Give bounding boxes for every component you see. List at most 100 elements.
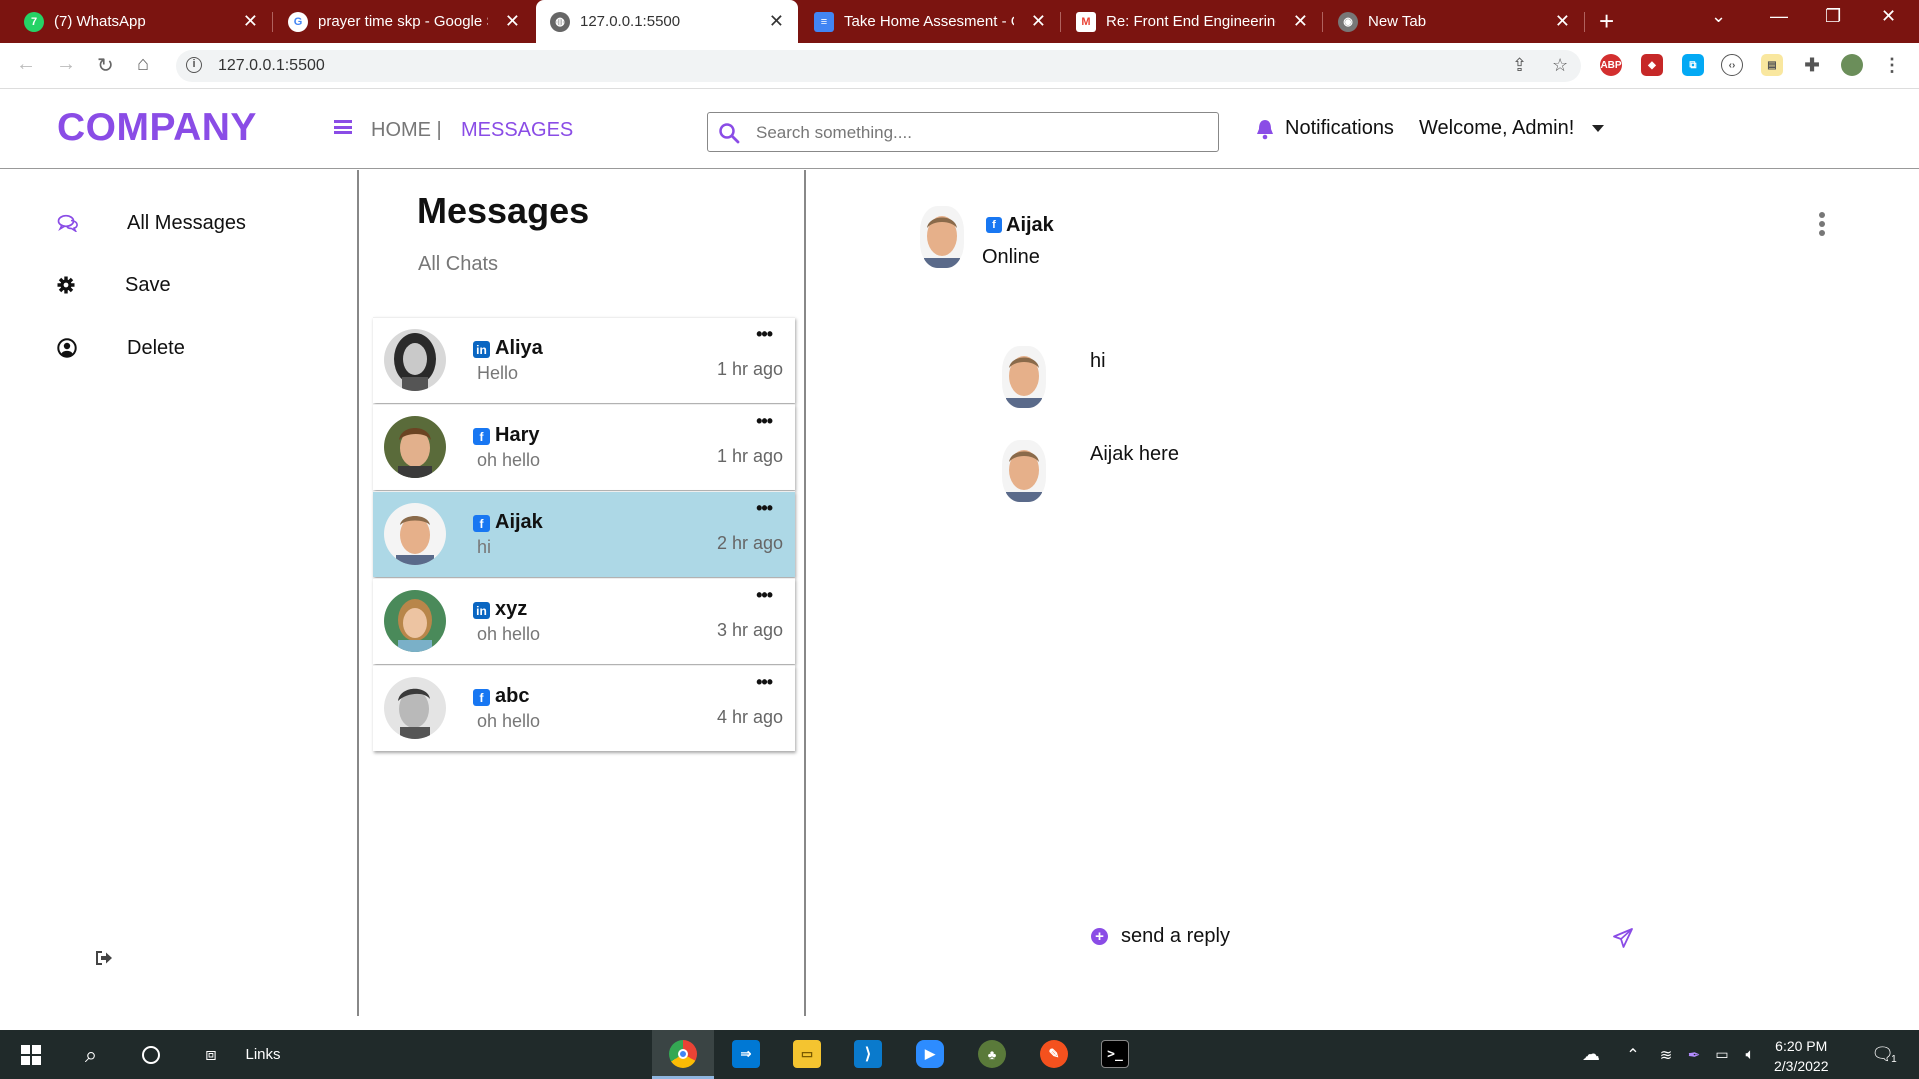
docs-icon: ≡ xyxy=(814,11,834,32)
more-options-icon[interactable]: ••• xyxy=(756,585,773,606)
tab-label: prayer time skp - Google Se xyxy=(318,13,488,30)
clock-date: 2/3/2022 xyxy=(1774,1058,1829,1074)
chat-card-abc[interactable]: f abc oh hello ••• 4 hr ago xyxy=(373,665,795,751)
reply-composer[interactable]: + send a reply xyxy=(1091,925,1230,948)
back-arrow-icon[interactable]: ← xyxy=(16,53,36,76)
notification-center-icon[interactable]: 🗨︎ 1 xyxy=(1866,1030,1902,1079)
more-options-icon[interactable]: ••• xyxy=(756,498,773,519)
browser-tab-newtab[interactable]: ◉ New Tab ✕ xyxy=(1324,0,1584,43)
terminal-taskbar-icon[interactable]: >_ xyxy=(1101,1040,1129,1068)
translate-extension-icon[interactable]: ⧉ xyxy=(1682,54,1704,76)
site-info-icon[interactable]: i xyxy=(186,57,202,73)
contact-avatar[interactable] xyxy=(920,206,964,268)
home-icon[interactable]: ⌂ xyxy=(137,53,149,76)
browser-menu-icon[interactable]: ⋮ xyxy=(1881,54,1903,76)
tab-divider xyxy=(1322,12,1323,32)
task-view-icon[interactable]: ⧈ xyxy=(194,1030,228,1079)
reply-input[interactable]: send a reply xyxy=(1121,925,1230,948)
notifications-button[interactable]: Notifications xyxy=(1255,117,1394,140)
chat-pane: f Aijak Online hi Aijak here + send a re… xyxy=(808,170,1919,1016)
shield-extension-icon[interactable]: ◆ xyxy=(1641,54,1663,76)
add-attachment-icon[interactable]: + xyxy=(1091,928,1108,945)
close-icon[interactable]: ✕ xyxy=(1293,11,1308,31)
sidebar-item-save[interactable]: Save xyxy=(57,274,171,296)
new-tab-button[interactable]: + xyxy=(1599,8,1614,34)
pen-icon[interactable]: ✒ xyxy=(1682,1030,1706,1079)
sidebar-item-delete[interactable]: Delete xyxy=(57,337,185,359)
chat-name: xyz xyxy=(495,598,528,620)
volume-icon[interactable]: 🔈︎ xyxy=(1738,1030,1762,1079)
browser-tab-docs[interactable]: ≡ Take Home Assesment - Go ✕ xyxy=(800,0,1060,43)
tree-app-taskbar-icon[interactable]: ♣ xyxy=(978,1040,1006,1068)
weather-icon[interactable]: ☁ xyxy=(1576,1030,1606,1079)
profile-avatar[interactable] xyxy=(1841,54,1863,76)
user-menu[interactable]: Welcome, Admin! xyxy=(1419,117,1605,140)
chat-card-xyz[interactable]: in xyz oh hello ••• 3 hr ago xyxy=(373,578,795,664)
send-icon[interactable] xyxy=(1612,927,1634,949)
close-icon[interactable]: ✕ xyxy=(1555,11,1570,31)
chat-options-icon[interactable] xyxy=(1819,212,1827,239)
search-input[interactable] xyxy=(756,121,1196,145)
sidebar-item-all-messages[interactable]: All Messages xyxy=(57,212,246,234)
notes-extension-icon[interactable]: ▤ xyxy=(1761,54,1783,76)
wifi-icon[interactable]: ≋ xyxy=(1654,1030,1678,1079)
battery-icon[interactable]: ▭ xyxy=(1710,1030,1734,1079)
forward-arrow-icon[interactable]: → xyxy=(56,53,76,76)
bookmark-star-icon[interactable]: ☆ xyxy=(1552,55,1568,76)
url-field[interactable]: i 127.0.0.1:5500 ⇪ ☆ xyxy=(176,50,1581,82)
minimize-button[interactable]: — xyxy=(1770,6,1788,27)
taskbar-clock[interactable]: 6:20 PM 2/3/2022 xyxy=(1774,1036,1829,1076)
cortana-icon[interactable] xyxy=(134,1030,168,1079)
more-options-icon[interactable]: ••• xyxy=(756,672,773,693)
hamburger-menu-icon[interactable] xyxy=(334,120,352,134)
browser-tab-localhost[interactable]: ◍ 127.0.0.1:5500 ✕ xyxy=(536,0,798,43)
tray-chevron-up-icon[interactable]: ⌃ xyxy=(1622,1030,1644,1079)
close-window-button[interactable]: ✕ xyxy=(1881,6,1896,27)
app-header: COMPANY HOME | MESSAGES Notifications We… xyxy=(0,89,1919,169)
tab-label: (7) WhatsApp xyxy=(54,13,146,30)
more-options-icon[interactable]: ••• xyxy=(756,411,773,432)
taskbar-search-icon[interactable]: ⌕ xyxy=(74,1030,108,1079)
chat-list-panel: Messages All Chats in Aliya Hello ••• 1 … xyxy=(361,170,806,1016)
file-explorer-icon[interactable]: ▭ xyxy=(793,1040,821,1068)
browser-tab-gmail[interactable]: M Re: Front End Engineering ✕ xyxy=(1062,0,1322,43)
sign-out-icon[interactable] xyxy=(95,950,114,966)
tab-search-chevron-icon[interactable]: ⌄ xyxy=(1711,6,1726,27)
chat-name: abc xyxy=(495,685,530,707)
avatar xyxy=(384,677,446,739)
vscode-taskbar-icon[interactable]: ⟩ xyxy=(854,1040,882,1068)
google-icon: G xyxy=(288,11,308,32)
company-logo[interactable]: COMPANY xyxy=(57,106,257,150)
code-extension-icon[interactable]: ‹› xyxy=(1721,54,1743,76)
store-taskbar-icon[interactable]: ⇒ xyxy=(732,1040,760,1068)
browser-tab-whatsapp[interactable]: 7 (7) WhatsApp ✕ xyxy=(10,0,272,43)
chat-card-hary[interactable]: f Hary oh hello ••• 1 hr ago xyxy=(373,404,795,490)
nav-messages-link[interactable]: MESSAGES xyxy=(461,119,573,142)
more-options-icon[interactable]: ••• xyxy=(756,324,773,345)
caret-down-icon[interactable] xyxy=(1592,125,1605,132)
restore-button[interactable]: ❐ xyxy=(1825,6,1841,27)
postman-taskbar-icon[interactable]: ✎ xyxy=(1040,1040,1068,1068)
all-chats-filter[interactable]: All Chats xyxy=(418,253,498,276)
nav-home-link[interactable]: HOME | xyxy=(371,119,442,142)
chrome-taskbar-icon[interactable] xyxy=(669,1040,697,1068)
browser-tab-google[interactable]: G prayer time skp - Google Se ✕ xyxy=(274,0,534,43)
chat-time: 4 hr ago xyxy=(716,707,783,727)
welcome-label: Welcome, Admin! xyxy=(1419,117,1575,139)
adblock-extension-icon[interactable]: ABP xyxy=(1600,54,1622,76)
close-icon[interactable]: ✕ xyxy=(769,11,784,31)
close-icon[interactable]: ✕ xyxy=(243,11,258,31)
sidebar-item-label: All Messages xyxy=(127,211,246,234)
close-icon[interactable]: ✕ xyxy=(505,11,520,31)
share-icon[interactable]: ⇪ xyxy=(1512,55,1527,76)
reload-icon[interactable]: ↻ xyxy=(97,53,114,78)
taskbar-links-label[interactable]: Links xyxy=(243,1030,283,1079)
chat-card-aliya[interactable]: in Aliya Hello ••• 1 hr ago xyxy=(373,317,795,403)
chat-time: 1 hr ago xyxy=(716,446,783,466)
extensions-puzzle-icon[interactable]: ✚ xyxy=(1801,54,1823,76)
chat-preview: hi xyxy=(477,537,492,557)
close-icon[interactable]: ✕ xyxy=(1031,11,1046,31)
zoom-taskbar-icon[interactable]: ▶ xyxy=(916,1040,944,1068)
windows-start-icon[interactable] xyxy=(14,1030,48,1079)
chat-card-aijak[interactable]: f Aijak hi ••• 2 hr ago xyxy=(373,491,795,577)
